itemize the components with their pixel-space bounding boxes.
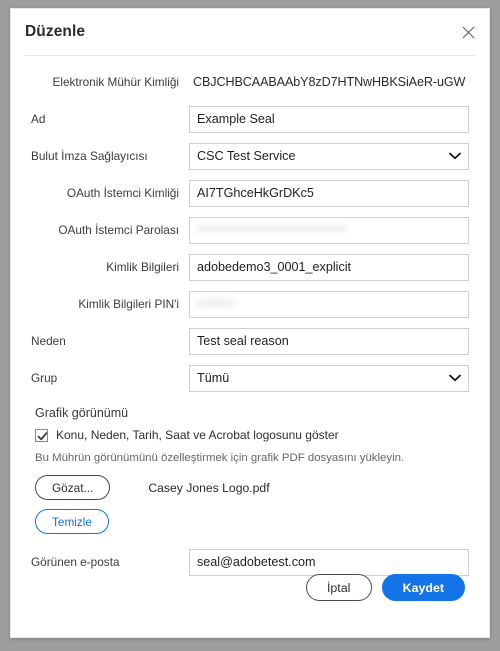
label-credential-id: Kimlik Bilgileri (106, 259, 179, 274)
name-input[interactable] (189, 105, 469, 133)
page-title: Düzenle (25, 23, 86, 40)
row-name: Ad (31, 105, 469, 133)
row-seal-id: Elektronik Mühür Kimliği CBJCHBCAABAAbY8… (31, 68, 469, 96)
credential-pin-value: •••••••• (197, 295, 235, 310)
label-oauth-client-id: OAuth İstemci Kimliği (66, 185, 179, 200)
label-oauth-client-secret: OAuth İstemci Parolası (58, 222, 179, 237)
row-reason: Neden (31, 327, 469, 355)
provider-select[interactable]: CSC Test Service (189, 142, 469, 170)
credential-id-input[interactable] (189, 253, 469, 281)
field-oauth-client-id (189, 179, 469, 207)
oauth-client-secret-value: •••••••••••••••••••••••••••••••• (197, 221, 347, 236)
row-group: Grup Tümü (31, 364, 469, 392)
save-button[interactable]: Kaydet (381, 574, 465, 601)
oauth-client-id-input[interactable] (189, 179, 469, 207)
reason-input[interactable] (189, 327, 469, 355)
clear-line: Temizle (35, 509, 469, 534)
label-name: Ad (31, 111, 46, 126)
show-details-checkbox[interactable] (35, 428, 48, 442)
browse-button[interactable]: Gözat... (35, 475, 111, 500)
dialog-header: Düzenle (11, 9, 489, 55)
row-provider: Bulut İmza Sağlayıcısı CSC Test Service (31, 142, 469, 170)
oauth-client-secret-input[interactable]: •••••••••••••••••••••••••••••••• (189, 216, 469, 244)
field-provider: CSC Test Service (189, 142, 469, 170)
row-oauth-client-id: OAuth İstemci Kimliği (31, 179, 469, 207)
display-email-input[interactable] (189, 548, 469, 576)
row-oauth-client-secret: OAuth İstemci Parolası •••••••••••••••••… (31, 216, 469, 244)
cancel-button[interactable]: İptal (305, 574, 372, 601)
show-details-checkbox-label[interactable]: Konu, Neden, Tarih, Saat ve Acrobat logo… (56, 428, 339, 442)
credential-pin-input[interactable]: •••••••• (189, 290, 469, 318)
field-reason (189, 327, 469, 355)
label-reason: Neden (31, 333, 66, 348)
field-credential-id (189, 253, 469, 281)
field-name (189, 105, 469, 133)
show-details-checkbox-row[interactable]: Konu, Neden, Tarih, Saat ve Acrobat logo… (35, 428, 469, 442)
edit-seal-dialog: Düzenle Elektronik Mühür Kimliği CBJCHBC… (10, 8, 490, 638)
browse-line: Gözat... Casey Jones Logo.pdf (35, 475, 469, 500)
label-credential-pin: Kimlik Bilgileri PIN'i (78, 296, 179, 311)
seal-id-value: CBJCHBCAABAAbY8zD7HTNwHBKSiAeR-uGW (193, 75, 466, 89)
label-provider: Bulut İmza Sağlayıcısı (31, 148, 148, 163)
appearance-section-title: Grafik görünümü (35, 406, 129, 420)
group-select-wrap[interactable]: Tümü (189, 364, 469, 392)
field-group: Tümü (189, 364, 469, 392)
group-select[interactable]: Tümü (189, 364, 469, 392)
row-credential-id: Kimlik Bilgileri (31, 253, 469, 281)
field-display-email (189, 548, 469, 576)
field-seal-id: CBJCHBCAABAAbY8zD7HTNwHBKSiAeR-uGW (189, 75, 469, 89)
dialog-footer: İptal Kaydet (11, 574, 489, 601)
provider-select-wrap[interactable]: CSC Test Service (189, 142, 469, 170)
close-icon[interactable] (457, 21, 479, 43)
check-icon (37, 431, 48, 440)
dialog-body: Elektronik Mühür Kimliği CBJCHBCAABAAbY8… (11, 56, 489, 576)
label-display-email: Görünen e-posta (31, 554, 120, 569)
row-display-email: Görünen e-posta (31, 548, 469, 576)
appearance-hint: Bu Mührün görünümünü özelleştirmek için … (35, 452, 405, 464)
field-credential-pin: •••••••• (189, 290, 469, 318)
row-credential-pin: Kimlik Bilgileri PIN'i •••••••• (31, 290, 469, 318)
clear-button[interactable]: Temizle (35, 509, 109, 534)
label-seal-id: Elektronik Mühür Kimliği (52, 74, 179, 89)
label-group: Grup (31, 370, 58, 385)
screen-backdrop: Düzenle Elektronik Mühür Kimliği CBJCHBC… (0, 0, 500, 651)
selected-filename: Casey Jones Logo.pdf (148, 480, 270, 495)
field-oauth-client-secret: •••••••••••••••••••••••••••••••• (189, 216, 469, 244)
